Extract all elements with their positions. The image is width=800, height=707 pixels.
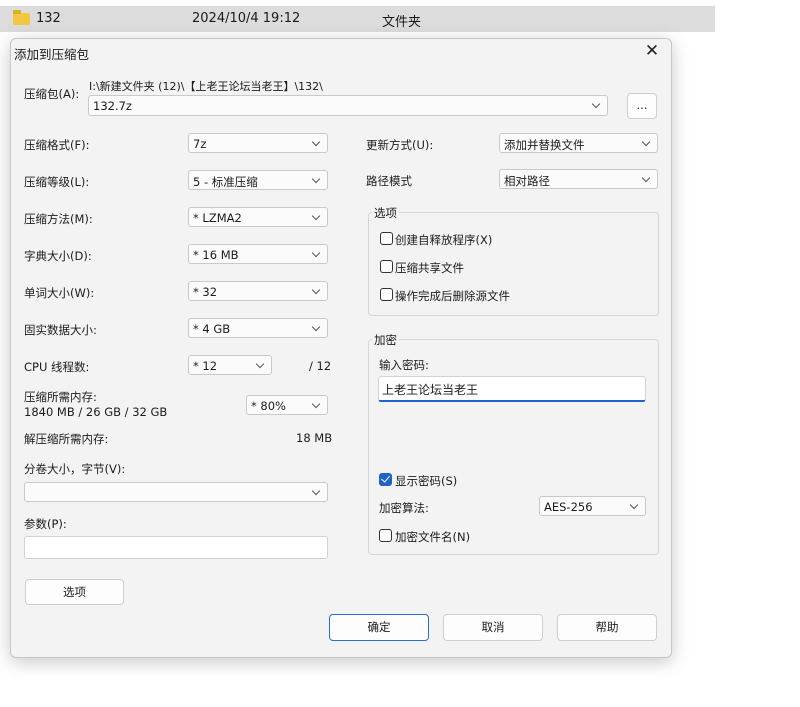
solid-label: 固实数据大小:	[24, 323, 97, 337]
decompress-memory-value: 18 MB	[296, 431, 333, 445]
archive-label: 压缩包(A):	[24, 87, 80, 101]
chevron-down-icon	[311, 211, 321, 221]
chevron-down-icon	[255, 359, 265, 369]
chevron-down-icon	[591, 99, 601, 109]
path-mode-label: 路径模式	[366, 174, 412, 188]
cpu-combo[interactable]: * 12	[188, 355, 272, 375]
archive-path: I:\新建文件夹 (12)\【上老王论坛当老王】\132\	[89, 80, 323, 93]
archive-name-combo[interactable]: 132.7z	[88, 95, 608, 116]
delete-after-checkbox[interactable]	[380, 288, 393, 301]
decompress-memory-label: 解压缩所需内存:	[24, 432, 109, 446]
level-combo[interactable]: 5 - 标准压缩	[188, 170, 328, 190]
chevron-down-icon	[311, 174, 321, 184]
params-input[interactable]	[24, 536, 328, 559]
path-mode-combo[interactable]: 相对路径	[499, 169, 658, 189]
dict-label: 字典大小(D):	[24, 249, 92, 263]
encryption-group-title: 加密	[372, 332, 399, 348]
folder-modified-date: 2024/10/4 19:12	[192, 11, 301, 26]
sfx-checkbox[interactable]	[380, 232, 393, 245]
level-label: 压缩等级(L):	[24, 175, 90, 189]
password-value: 上老王论坛当老王	[382, 383, 479, 397]
chevron-down-icon	[311, 137, 321, 147]
memory-value: * 80%	[251, 399, 286, 413]
chevron-down-icon	[311, 322, 321, 332]
password-input[interactable]: 上老王论坛当老王	[378, 376, 646, 402]
cancel-button[interactable]: 取消	[443, 614, 543, 641]
help-button[interactable]: 帮助	[557, 614, 657, 641]
dict-combo[interactable]: * 16 MB	[188, 244, 328, 264]
encryption-method-value: AES-256	[544, 500, 593, 514]
encrypt-names-checkbox[interactable]	[379, 529, 392, 542]
chevron-down-icon	[311, 486, 321, 496]
encryption-method-combo[interactable]: AES-256	[539, 496, 646, 516]
word-value: * 32	[193, 285, 218, 299]
memory-detail: 1840 MB / 26 GB / 32 GB	[24, 405, 168, 419]
password-label: 输入密码:	[379, 358, 429, 372]
chevron-down-icon	[629, 500, 639, 510]
cpu-label: CPU 线程数:	[24, 360, 90, 374]
cpu-total: / 12	[309, 359, 332, 373]
options-button[interactable]: 选项	[25, 579, 124, 605]
show-password-label: 显示密码(S)	[395, 474, 458, 488]
folder-type: 文件夹	[382, 15, 422, 30]
sfx-label: 创建自释放程序(X)	[395, 233, 493, 247]
chevron-down-icon	[641, 137, 651, 147]
method-value: * LZMA2	[193, 211, 242, 225]
options-group-title: 选项	[372, 205, 399, 221]
encryption-method-label: 加密算法:	[379, 501, 429, 515]
params-label: 参数(P):	[24, 517, 67, 531]
method-label: 压缩方法(M):	[24, 212, 93, 226]
add-to-archive-dialog: 添加到压缩包 ✕ 压缩包(A): I:\新建文件夹 (12)\【上老王论坛当老王…	[10, 38, 672, 658]
delete-after-label: 操作完成后删除源文件	[395, 289, 510, 303]
path-mode-value: 相对路径	[504, 174, 550, 188]
memory-label: 压缩所需内存:	[24, 390, 97, 404]
shared-files-label: 压缩共享文件	[395, 261, 464, 275]
level-value: 5 - 标准压缩	[193, 175, 258, 189]
memory-combo[interactable]: * 80%	[246, 395, 328, 415]
word-combo[interactable]: * 32	[188, 281, 328, 301]
solid-combo[interactable]: * 4 GB	[188, 318, 328, 338]
chevron-down-icon	[641, 173, 651, 183]
solid-value: * 4 GB	[193, 322, 231, 336]
dialog-titlebar[interactable]: 添加到压缩包 ✕	[11, 39, 671, 65]
format-combo[interactable]: 7z	[188, 133, 328, 153]
method-combo[interactable]: * LZMA2	[188, 207, 328, 227]
chevron-down-icon	[311, 248, 321, 258]
close-button[interactable]: ✕	[641, 40, 663, 62]
browse-button[interactable]: ...	[627, 93, 657, 119]
chevron-down-icon	[311, 285, 321, 295]
ok-button[interactable]: 确定	[329, 614, 429, 641]
cpu-value: * 12	[193, 359, 218, 373]
volume-label: 分卷大小，字节(V):	[24, 462, 126, 476]
folder-name: 132	[36, 11, 61, 26]
shared-files-checkbox[interactable]	[380, 260, 393, 273]
folder-icon	[13, 10, 30, 25]
update-combo[interactable]: 添加并替换文件	[499, 133, 658, 153]
format-label: 压缩格式(F):	[24, 138, 90, 152]
chevron-down-icon	[311, 399, 321, 409]
volume-combo[interactable]	[24, 482, 328, 502]
format-value: 7z	[193, 137, 207, 151]
archive-name-value: 132.7z	[93, 99, 132, 113]
update-value: 添加并替换文件	[504, 138, 585, 152]
show-password-checkbox[interactable]	[379, 473, 392, 486]
explorer-folder-row[interactable]: 132 2024/10/4 19:12 文件夹	[0, 6, 715, 32]
dict-value: * 16 MB	[193, 248, 239, 262]
update-label: 更新方式(U):	[366, 138, 434, 152]
encrypt-names-label: 加密文件名(N)	[395, 530, 471, 544]
dialog-title: 添加到压缩包	[14, 47, 90, 62]
word-label: 单词大小(W):	[24, 286, 95, 300]
